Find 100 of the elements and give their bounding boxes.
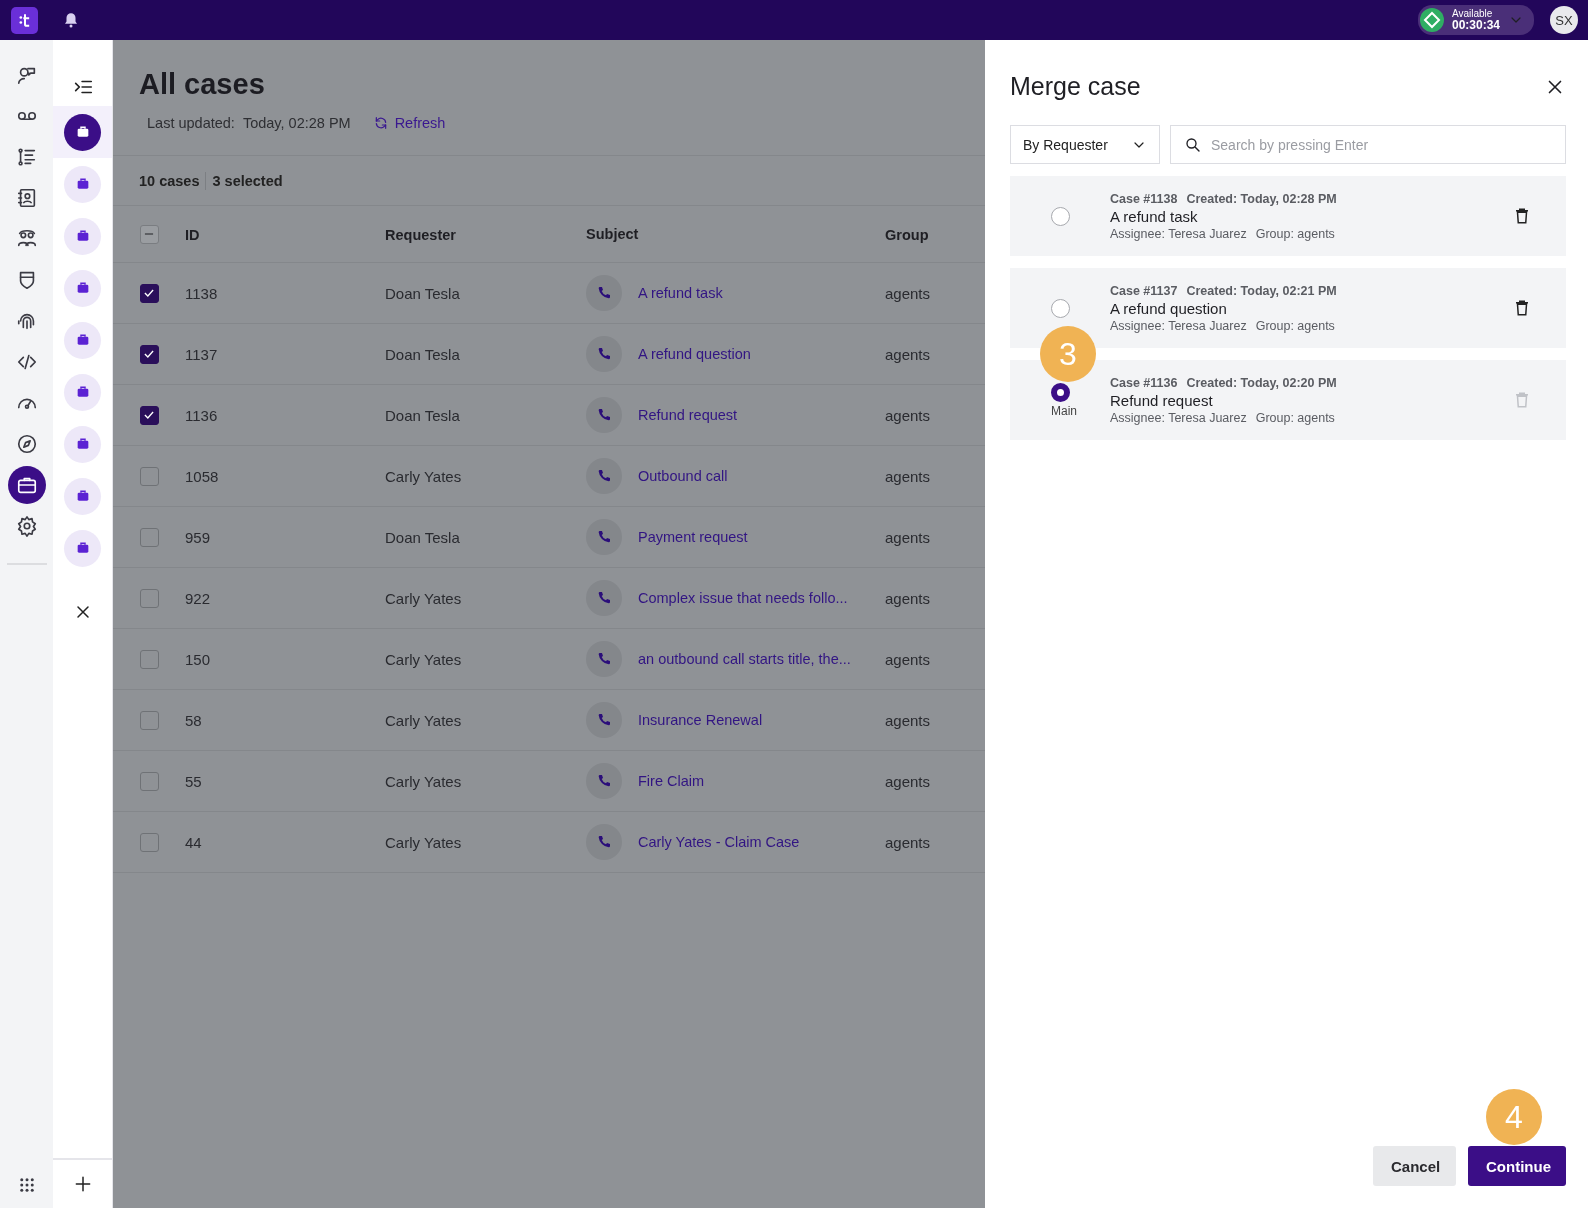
phone-icon	[586, 702, 622, 738]
case-tab[interactable]	[64, 373, 101, 411]
checkbox[interactable]	[139, 405, 159, 425]
checkbox[interactable]	[139, 466, 159, 486]
case-number: Case #1138	[1110, 191, 1178, 206]
case-tab[interactable]	[64, 217, 101, 255]
table-cell: Carly Yates	[385, 650, 462, 668]
table-cell: 1136	[185, 406, 218, 424]
radio-button[interactable]	[1050, 382, 1070, 402]
refresh-link[interactable]: Refresh	[372, 115, 446, 131]
table-cell: agents	[885, 406, 931, 424]
status-timer: 00:30:34	[1451, 19, 1500, 31]
case-tab[interactable]	[64, 529, 101, 567]
case-tab[interactable]	[64, 321, 101, 359]
case-assignee: Assignee: Teresa Juarez	[1110, 410, 1247, 425]
created-date: Created: Today, 02:28 PM	[1186, 191, 1337, 206]
column-header: Subject	[586, 226, 639, 242]
last-updated-label: Last updated:	[147, 115, 235, 131]
search-field[interactable]: Search by pressing Enter	[1170, 125, 1566, 164]
page-title: All cases	[139, 68, 266, 101]
case-card[interactable]: Case #1138 Created: Today, 02:28 PM A refund task Assignee: Teresa Juarez Group: agents	[1010, 176, 1566, 256]
filter-dropdown[interactable]: By Requester	[1010, 125, 1160, 164]
case-subject: A refund question	[1110, 299, 1228, 317]
radio-button[interactable]	[1050, 298, 1070, 318]
case-assignee: Assignee: Teresa Juarez	[1110, 318, 1247, 333]
continue-button[interactable]: Continue	[1468, 1146, 1566, 1186]
phone-icon	[586, 336, 622, 372]
case-tab[interactable]	[64, 165, 101, 203]
case-group: Group: agents	[1255, 226, 1335, 241]
case-assignee: Assignee: Teresa Juarez	[1110, 226, 1247, 241]
contact-book-icon	[15, 187, 38, 209]
table-cell: agents	[885, 528, 931, 546]
step-badge: 4	[1486, 1089, 1542, 1145]
logo-icon	[11, 6, 38, 34]
case-count: 10 cases	[139, 172, 200, 189]
table-cell: 150	[185, 650, 211, 668]
table-cell: Doan Tesla	[385, 528, 460, 546]
table-cell: Doan Tesla	[385, 345, 460, 363]
table-cell: agents	[885, 589, 931, 607]
phone-icon	[586, 519, 622, 555]
case-tab[interactable]	[64, 269, 101, 307]
checkbox[interactable]	[139, 710, 159, 730]
checkbox[interactable]	[139, 283, 159, 303]
table-cell: Doan Tesla	[385, 406, 460, 424]
table-cell: agents	[885, 711, 931, 729]
last-updated-time: Today, 02:28 PM	[242, 115, 351, 131]
table-cell: 1138	[185, 284, 218, 302]
subject-link[interactable]: A refund task	[638, 285, 723, 301]
case-number: Case #1136	[1110, 375, 1178, 390]
compass-icon	[15, 433, 38, 455]
user-avatar[interactable]: SX	[1550, 6, 1578, 34]
table-cell: 922	[185, 589, 211, 607]
table-cell: 55	[185, 772, 202, 790]
bell-icon[interactable]	[62, 11, 80, 29]
subject-link[interactable]: an outbound call starts title, the...	[638, 651, 851, 667]
status-label: Available	[1451, 9, 1494, 19]
subject-link[interactable]: Insurance Renewal	[638, 712, 763, 728]
status-selector[interactable]: Available 00:30:34	[1417, 5, 1534, 35]
delete-icon[interactable]	[1513, 299, 1531, 317]
phone-icon	[586, 458, 622, 494]
subject-link[interactable]: A refund question	[638, 346, 751, 362]
checkbox[interactable]	[139, 527, 159, 547]
checkbox[interactable]	[139, 649, 159, 669]
case-group: Group: agents	[1255, 318, 1335, 333]
subject-link[interactable]: Refund request	[638, 407, 738, 423]
subject-link[interactable]: Complex issue that needs follo...	[638, 590, 848, 606]
column-header: ID	[185, 226, 200, 243]
table-cell: 1137	[185, 345, 218, 363]
table-cell: 44	[185, 833, 202, 851]
phone-icon	[586, 397, 622, 433]
table-cell: Carly Yates	[385, 589, 462, 607]
nav-item[interactable]	[7, 466, 46, 504]
table-cell: 959	[185, 528, 211, 546]
search-icon	[1184, 136, 1202, 154]
table-cell: Doan Tesla	[385, 284, 460, 302]
table-cell: Carly Yates	[385, 772, 462, 790]
subject-link[interactable]: Outbound call	[638, 468, 728, 484]
apps-grid-icon[interactable]	[17, 1176, 36, 1194]
delete-icon[interactable]	[1513, 207, 1531, 225]
phone-icon	[586, 641, 622, 677]
case-subject: A refund task	[1110, 207, 1199, 225]
checkbox[interactable]	[139, 588, 159, 608]
subject-link[interactable]: Carly Yates - Claim Case	[638, 834, 800, 850]
case-tab[interactable]	[64, 477, 101, 515]
checkbox[interactable]	[139, 771, 159, 791]
case-tab[interactable]	[64, 425, 101, 463]
table-cell: agents	[885, 345, 931, 363]
checkbox[interactable]	[139, 832, 159, 852]
main-label: Main	[1051, 403, 1077, 418]
checkbox[interactable]	[139, 344, 159, 364]
cancel-button[interactable]: Cancel	[1373, 1146, 1456, 1186]
case-tab[interactable]	[64, 113, 101, 151]
case-number: Case #1137	[1110, 283, 1178, 298]
subject-link[interactable]: Fire Claim	[638, 773, 705, 789]
radio-button[interactable]	[1050, 206, 1070, 226]
table-cell: 1058	[185, 467, 219, 485]
list-icon	[15, 146, 38, 168]
table-cell: agents	[885, 772, 931, 790]
selected-count: 3 selected	[212, 172, 283, 189]
subject-link[interactable]: Payment request	[638, 529, 748, 545]
